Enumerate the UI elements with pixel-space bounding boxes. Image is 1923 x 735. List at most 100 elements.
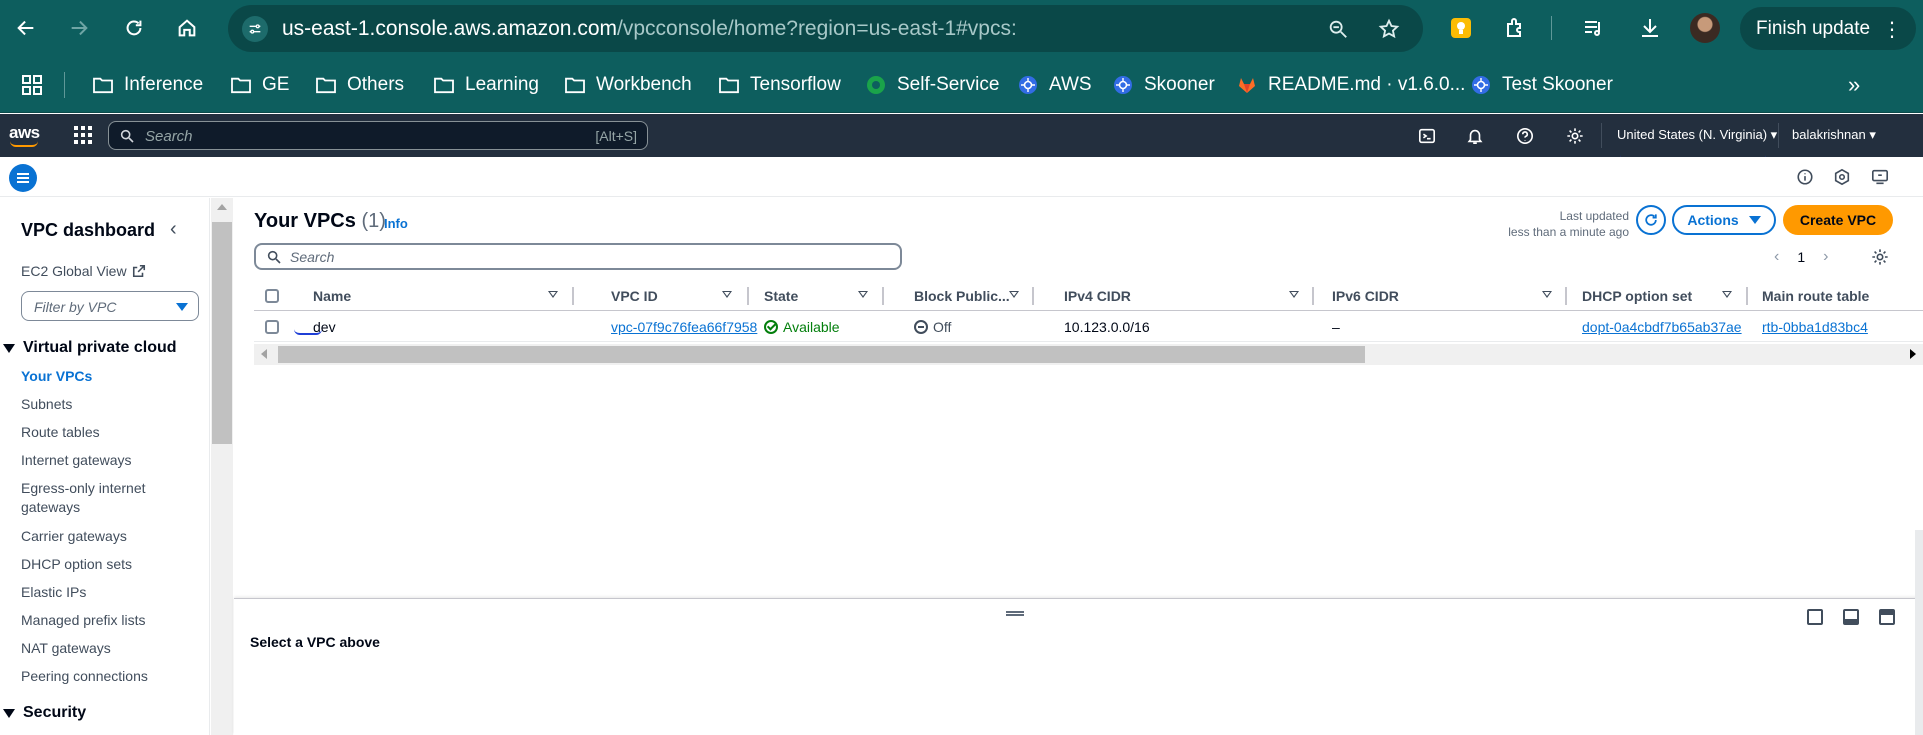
sidebar-item-egress-only-gateways[interactable]: Egress-only internet gateways [21, 479, 161, 517]
column-resizer[interactable] [882, 287, 884, 305]
aws-logo[interactable]: aws [9, 123, 40, 147]
address-bar[interactable]: us-east-1.console.aws.amazon.com/vpccons… [228, 5, 1423, 52]
back-icon[interactable] [12, 14, 40, 42]
table-preferences-icon[interactable] [1871, 248, 1889, 271]
extension-keep-icon[interactable] [1447, 14, 1475, 42]
sort-icon[interactable] [1289, 291, 1299, 298]
sidebar-title[interactable]: VPC dashboard [21, 220, 155, 241]
vpc-id-link[interactable]: vpc-07f9c76fea66f7958 [611, 319, 757, 335]
panel-hide-icon[interactable] [1879, 609, 1895, 625]
bookmark-self-service[interactable]: Self-Service [865, 71, 999, 99]
bookmark-skooner[interactable]: Skooner [1112, 71, 1215, 99]
create-vpc-button[interactable]: Create VPC [1783, 205, 1893, 235]
url-text[interactable]: us-east-1.console.aws.amazon.com/vpccons… [282, 17, 1017, 41]
feedback-panel-icon[interactable] [1870, 167, 1890, 187]
profile-avatar[interactable] [1690, 13, 1720, 43]
column-resizer[interactable] [572, 287, 574, 305]
page-number[interactable]: 1 [1797, 249, 1805, 265]
scroll-left-icon[interactable] [261, 349, 267, 359]
bookmark-tensorflow[interactable]: Tensorflow [718, 71, 841, 99]
bookmark-workbench[interactable]: Workbench [564, 71, 692, 99]
services-grid-icon[interactable] [74, 126, 92, 144]
sort-icon[interactable] [858, 291, 868, 298]
more-menu-icon[interactable]: ⋮ [1882, 17, 1902, 42]
scroll-right-icon[interactable] [1910, 349, 1916, 359]
actions-button[interactable]: Actions [1672, 205, 1776, 235]
table-search-input[interactable]: Search [254, 243, 902, 270]
bookmark-star-icon[interactable] [1376, 16, 1402, 42]
table-horizontal-scrollbar[interactable] [254, 344, 1923, 365]
sidebar-item-internet-gateways[interactable]: Internet gateways [21, 451, 171, 470]
column-main-route-table[interactable]: Main route table [1762, 288, 1869, 304]
scrollbar-thumb[interactable] [278, 346, 1365, 363]
media-queue-icon[interactable] [1580, 14, 1608, 42]
panel-side-icon[interactable] [1843, 609, 1859, 625]
column-state[interactable]: State [764, 288, 798, 304]
extensions-puzzle-icon[interactable] [1502, 14, 1530, 42]
bookmark-ge[interactable]: GE [230, 71, 289, 99]
refresh-button[interactable] [1636, 205, 1666, 235]
sidebar-item-dhcp-option-sets[interactable]: DHCP option sets [21, 555, 171, 574]
column-name[interactable]: Name [313, 288, 351, 304]
sidebar-item-peering-connections[interactable]: Peering connections [21, 667, 171, 686]
column-resizer[interactable] [747, 287, 749, 305]
download-icon[interactable] [1636, 14, 1664, 42]
row-checkbox[interactable] [265, 320, 279, 334]
apps-grid-icon[interactable] [18, 71, 46, 99]
sidebar-item-route-tables[interactable]: Route tables [21, 423, 171, 442]
dhcp-option-set-link[interactable]: dopt-0a4cbdf7b65ab37ae [1582, 319, 1742, 335]
bookmark-test-skooner[interactable]: Test Skooner [1470, 71, 1613, 99]
bookmark-readme[interactable]: README.md · v1.6.0... [1236, 71, 1465, 99]
settings-gear-icon[interactable] [1565, 126, 1585, 146]
column-resizer[interactable] [1565, 287, 1567, 305]
more-bookmarks-icon[interactable]: » [1848, 71, 1860, 99]
info-panel-icon[interactable] [1795, 167, 1815, 187]
info-link[interactable]: Info [384, 216, 408, 231]
sidebar-item-your-vpcs[interactable]: Your VPCs [21, 367, 171, 386]
ec2-global-view-link[interactable]: EC2 Global View [21, 263, 146, 279]
scrollbar-thumb[interactable] [212, 222, 232, 444]
sidebar-item-carrier-gateways[interactable]: Carrier gateways [21, 527, 171, 546]
column-ipv4-cidr[interactable]: IPv4 CIDR [1064, 288, 1131, 304]
finish-update-button[interactable]: Finish update ⋮ [1740, 7, 1916, 50]
sort-icon[interactable] [1542, 291, 1552, 298]
sidebar-item-subnets[interactable]: Subnets [21, 395, 171, 414]
sort-icon[interactable] [1009, 291, 1019, 298]
page-scrollbar[interactable] [1915, 530, 1923, 735]
side-nav-menu-icon[interactable] [9, 164, 37, 192]
section-virtual-private-cloud[interactable]: Virtual private cloud [3, 339, 177, 357]
collapse-sidebar-icon[interactable]: ‹ [170, 218, 177, 241]
bookmark-aws[interactable]: AWS [1017, 71, 1092, 99]
panel-bottom-icon[interactable] [1807, 609, 1823, 625]
cloudshell-icon[interactable] [1417, 126, 1437, 146]
main-route-table-link[interactable]: rtb-0bba1d83bc4 [1762, 319, 1868, 335]
column-dhcp-option-set[interactable]: DHCP option set [1582, 288, 1692, 304]
sidebar-scrollbar[interactable] [211, 198, 233, 735]
home-icon[interactable] [173, 14, 201, 42]
region-selector[interactable]: United States (N. Virginia) ▾ [1617, 127, 1777, 143]
notifications-panel-icon[interactable] [1832, 167, 1852, 187]
bookmark-learning[interactable]: Learning [433, 71, 539, 99]
prev-page-icon[interactable]: ‹ [1774, 248, 1779, 266]
aws-search-input[interactable]: Search [Alt+S] [108, 121, 648, 150]
sort-icon[interactable] [548, 291, 558, 298]
sort-icon[interactable] [1722, 291, 1732, 298]
sidebar-item-nat-gateways[interactable]: NAT gateways [21, 639, 171, 658]
next-page-icon[interactable]: › [1823, 248, 1828, 266]
account-menu[interactable]: balakrishnan ▾ [1792, 127, 1876, 143]
sidebar-item-elastic-ips[interactable]: Elastic IPs [21, 583, 171, 602]
resize-handle-icon[interactable] [1006, 611, 1024, 616]
notifications-bell-icon[interactable] [1465, 126, 1485, 146]
section-security[interactable]: Security [3, 704, 86, 722]
reload-icon[interactable] [120, 14, 148, 42]
sidebar-item-managed-prefix-lists[interactable]: Managed prefix lists [21, 611, 171, 630]
column-resizer[interactable] [1032, 287, 1034, 305]
select-all-checkbox[interactable] [265, 289, 279, 303]
column-resizer[interactable] [1746, 287, 1748, 305]
table-row[interactable]: dev vpc-07f9c76fea66f7958 Available Off … [254, 312, 1923, 342]
scroll-up-icon[interactable] [217, 204, 227, 210]
column-resizer[interactable] [1312, 287, 1314, 305]
bookmark-others[interactable]: Others [315, 71, 404, 99]
help-icon[interactable] [1515, 126, 1535, 146]
bookmark-inference[interactable]: Inference [92, 71, 203, 99]
